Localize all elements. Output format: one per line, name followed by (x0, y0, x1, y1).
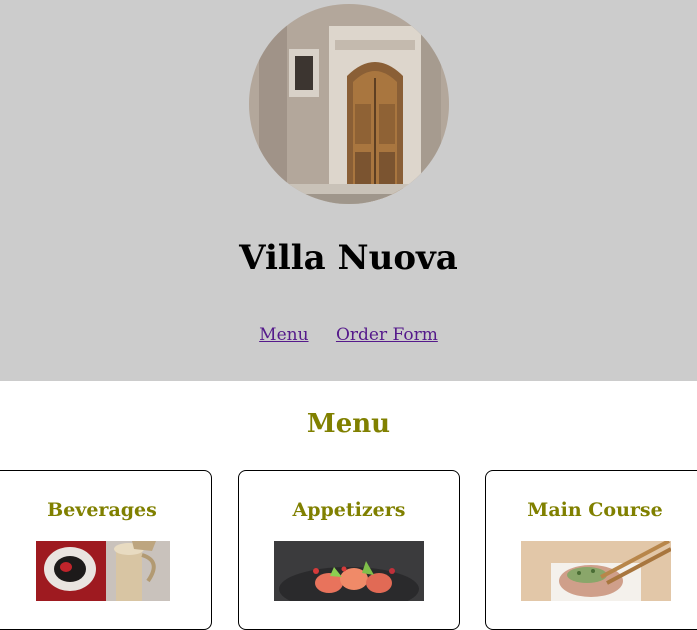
beverage-photo-icon (36, 541, 170, 601)
nav-link-menu[interactable]: Menu (259, 325, 308, 345)
main-course-photo-icon (521, 541, 671, 601)
card-title: Beverages (47, 499, 157, 521)
site-header: Villa Nuova Menu Order Form (0, 0, 697, 381)
main-nav: Menu Order Form (0, 324, 697, 346)
card-title: Main Course (527, 499, 663, 521)
menu-card-appetizers[interactable]: Appetizers (238, 470, 460, 630)
nav-link-order-form[interactable]: Order Form (336, 325, 438, 345)
menu-section-title: Menu (306, 409, 391, 439)
villa-door-logo-icon (249, 4, 449, 204)
card-title: Appetizers (292, 499, 406, 521)
site-title: Villa Nuova (239, 238, 458, 278)
appetizer-photo-icon (274, 541, 424, 601)
menu-card-main-course[interactable]: Main Course (485, 470, 697, 630)
menu-card-beverages[interactable]: Beverages (0, 470, 212, 630)
